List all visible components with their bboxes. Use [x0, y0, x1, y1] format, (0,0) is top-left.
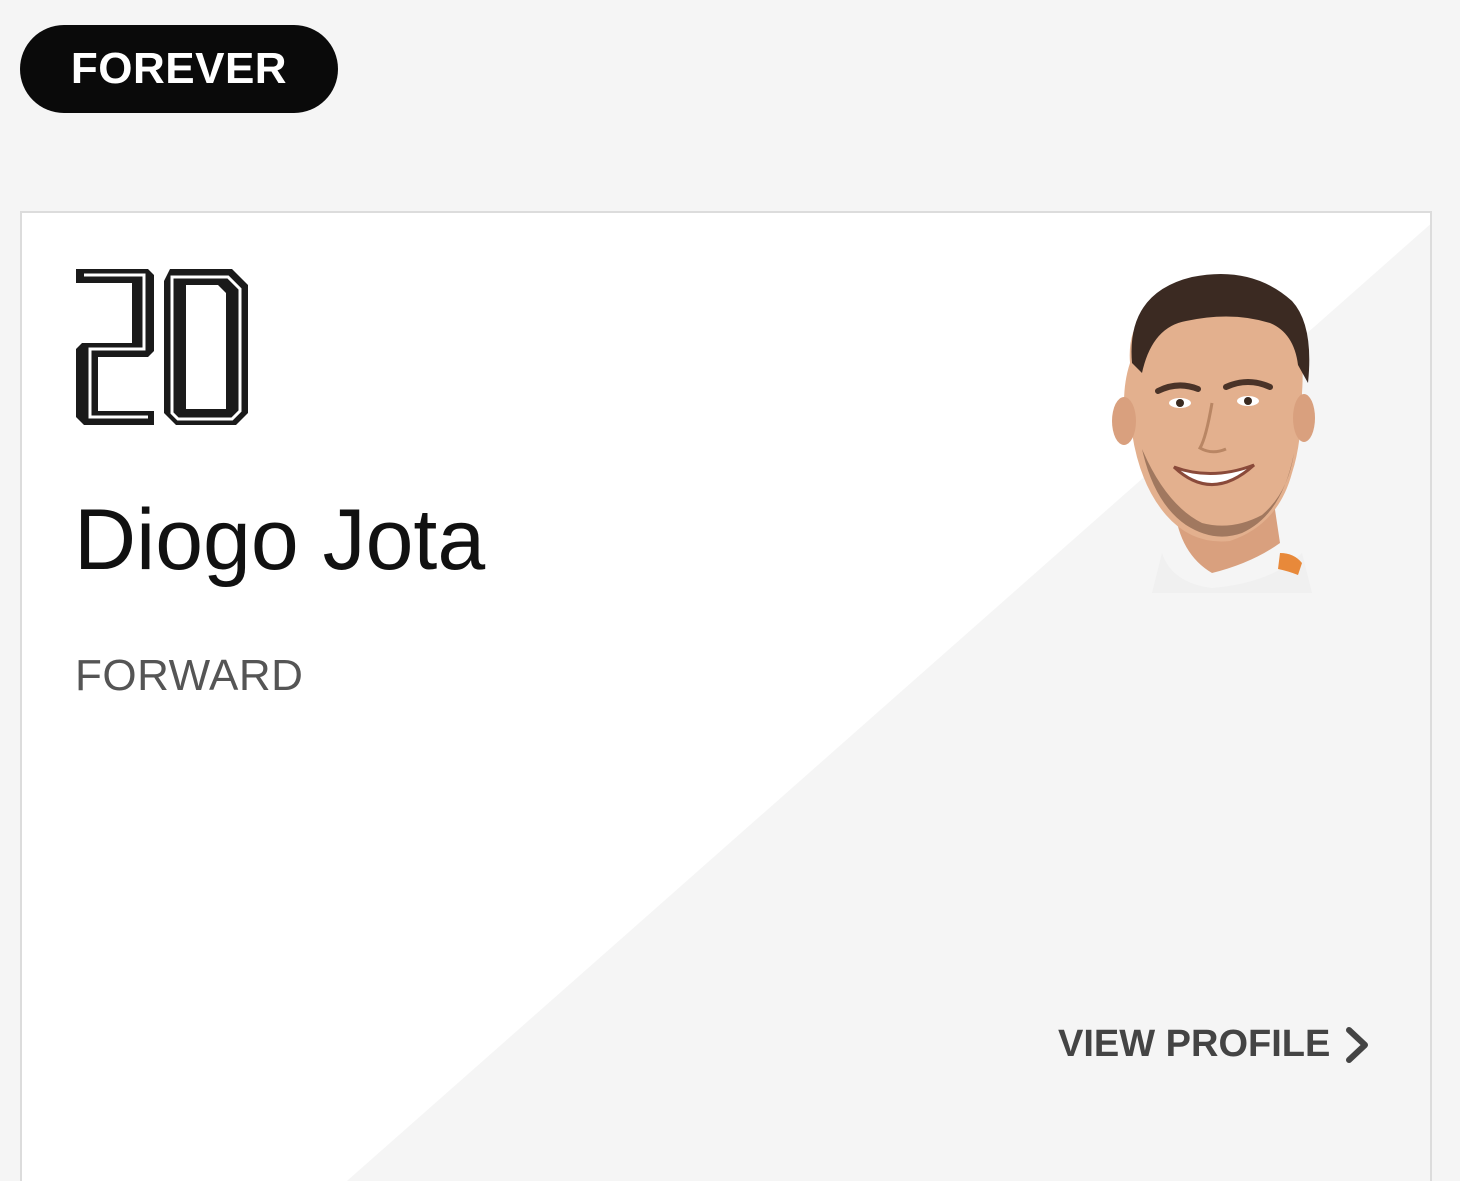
player-name: Diogo Jota — [74, 492, 486, 588]
player-position: FORWARD — [75, 651, 304, 700]
forever-badge-label: FOREVER — [70, 44, 288, 93]
player-card[interactable]: Diogo Jota FORWARD VIEW PROFILE — [20, 211, 1432, 1181]
shirt-number — [76, 269, 248, 425]
player-headshot — [1112, 274, 1315, 593]
forever-badge: FOREVER — [20, 25, 338, 113]
view-profile-label: VIEW PROFILE — [1058, 1023, 1331, 1065]
view-profile-link[interactable]: VIEW PROFILE — [1058, 1023, 1370, 1066]
chevron-right-icon — [1346, 1026, 1369, 1063]
page: FOREVER Diogo Jota FORWARD VIEW PROFILE — [0, 0, 1460, 1181]
